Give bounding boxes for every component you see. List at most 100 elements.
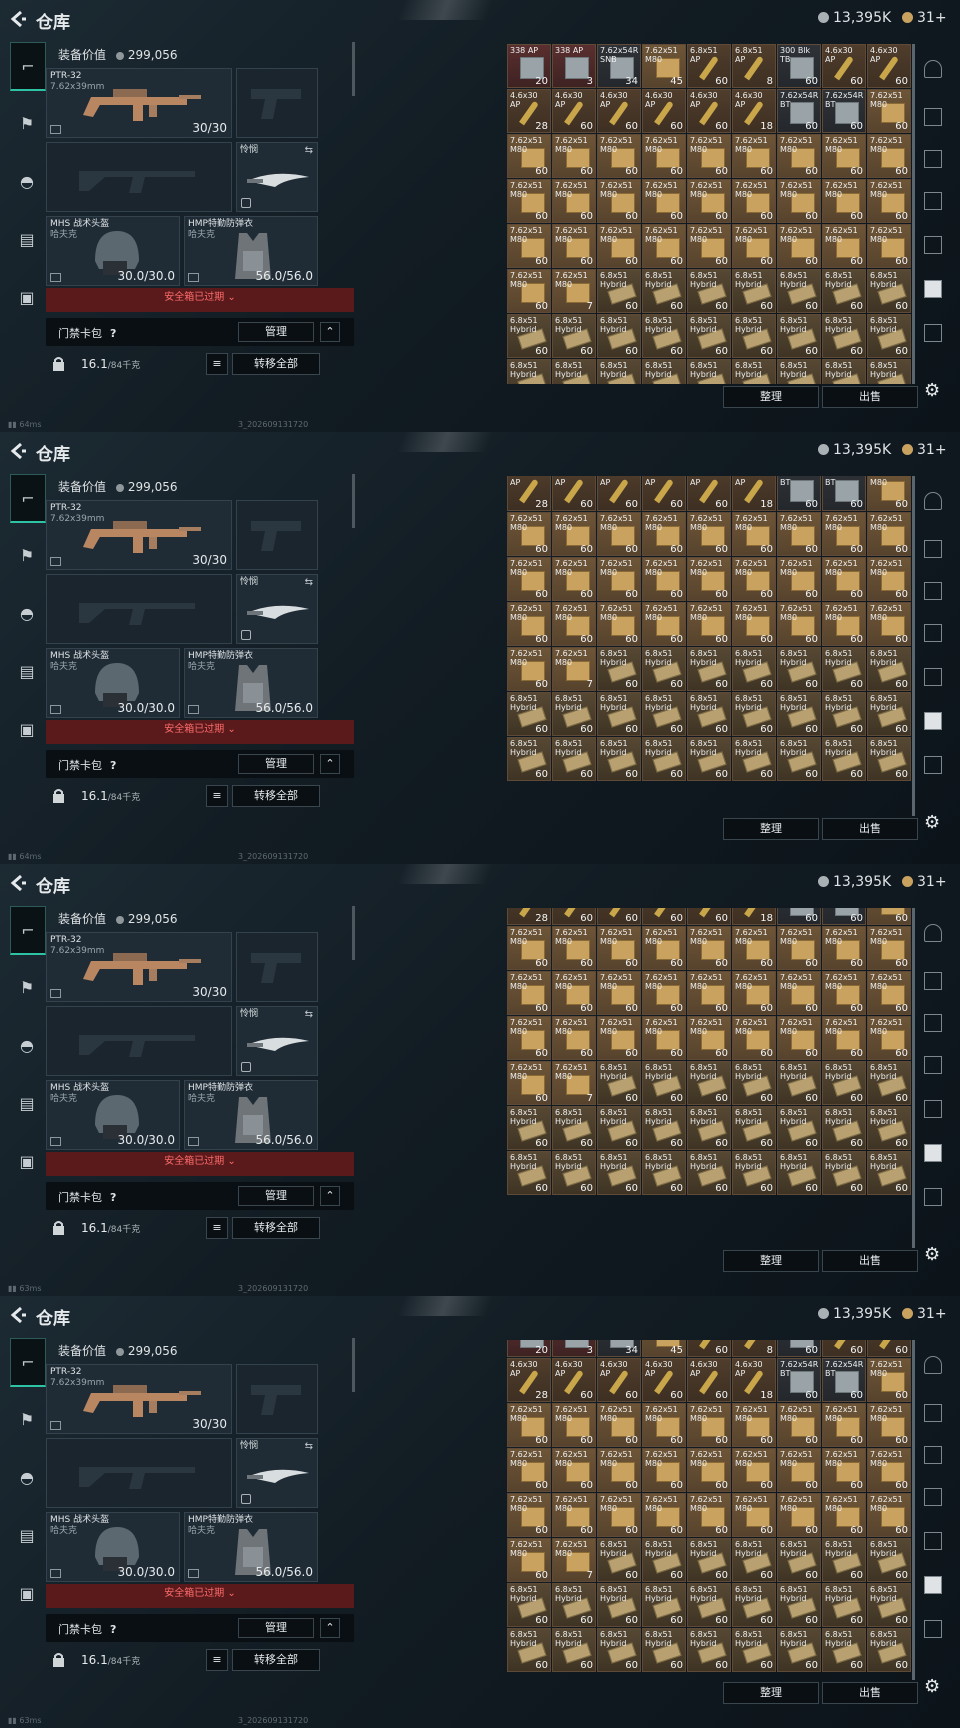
stash-item[interactable]: 6.8x51 Hybrid60	[597, 692, 641, 736]
stash-item[interactable]: 7.62x51 M80 60	[597, 557, 641, 601]
stash-item[interactable]: 7.62x51 M80 60	[777, 971, 821, 1015]
category-selected-icon[interactable]	[924, 1576, 942, 1594]
stash-item[interactable]: 7.62x51 M80 60	[867, 1448, 911, 1492]
stash-item[interactable]: 7.62x51 M80 60	[822, 557, 866, 601]
stash-item[interactable]: 7.62x51 M80 60	[732, 224, 776, 268]
tab-armor[interactable]: ⚑	[10, 100, 44, 146]
stash-item[interactable]: 7.62x54R SNB34	[597, 1340, 641, 1357]
stash-item[interactable]: 7.62x51 M80 60	[777, 1016, 821, 1060]
tab-backpack[interactable]: ▣	[10, 274, 44, 320]
stash-item[interactable]: 7.62x51 M80 60	[597, 1493, 641, 1537]
stash-item[interactable]: 300 Blk TB 60	[777, 44, 821, 88]
stash-item[interactable]: 7.62x51 M80 60	[507, 269, 551, 313]
sort-button[interactable]: 整理	[723, 818, 819, 840]
tab-backpack[interactable]: ▣	[10, 1570, 44, 1616]
stash-item[interactable]: 6.8x51 Hybrid60	[642, 1061, 686, 1105]
sort-button[interactable]: 整理	[723, 1250, 819, 1272]
stash-item[interactable]: 7.62x54R BT 60	[822, 476, 866, 511]
help-icon[interactable]: ?	[110, 1191, 116, 1204]
stash-item[interactable]: 6.8x51 Hybrid60	[777, 647, 821, 691]
stash-item[interactable]: 7.62x51 M80 60	[732, 971, 776, 1015]
stash-item[interactable]: 6.8x51 Hybrid60	[822, 737, 866, 781]
stash-item[interactable]: 6.8x51 Hybrid60	[507, 314, 551, 358]
armor-slot[interactable]: HMP特勤防弹衣 哈夫克 56.0/56.0	[184, 648, 318, 718]
stash-item[interactable]: 7.62x51 M80 60	[687, 926, 731, 970]
category-weapons-icon[interactable]	[924, 150, 942, 168]
stash-item[interactable]: 7.62x51 M80 60	[777, 557, 821, 601]
help-icon[interactable]: ?	[110, 1623, 116, 1636]
swap-icon[interactable]: ⇆	[305, 1009, 313, 1020]
loadout-scrollbar[interactable]	[352, 42, 355, 96]
transfer-all-button[interactable]: 转移全部	[232, 1649, 320, 1671]
category-selected-icon[interactable]	[924, 1144, 942, 1162]
sell-button[interactable]: 出售	[822, 386, 918, 408]
stash-item[interactable]: 7.62x51 M80 60	[552, 971, 596, 1015]
stash-item[interactable]: 7.62x51 M80 60	[552, 179, 596, 223]
tab-helmet[interactable]: ◓	[10, 590, 44, 636]
stash-item[interactable]: 7.62x51 M80 7	[552, 269, 596, 313]
stash-item[interactable]: 7.62x51 M80 60	[822, 926, 866, 970]
stash-item[interactable]: 7.62x51 M80 60	[867, 476, 911, 511]
stash-item[interactable]: 7.62x51 M80 60	[687, 1403, 731, 1447]
stash-item[interactable]: 338 AP 20	[507, 44, 551, 88]
stash-item[interactable]: 4.6x30 AP60	[597, 908, 641, 925]
stash-item[interactable]: 7.62x51 M80 60	[822, 602, 866, 646]
list-button[interactable]: ≡	[206, 785, 228, 807]
stash-item[interactable]: 6.8x51 Hybrid60	[732, 737, 776, 781]
stash-item[interactable]: 7.62x51 M80 60	[642, 1448, 686, 1492]
stash-item[interactable]: 7.62x51 M80 60	[642, 1016, 686, 1060]
stash-item[interactable]: 7.62x51 M80 60	[597, 1016, 641, 1060]
collapse-button[interactable]: ⌃	[320, 1186, 340, 1206]
stash-item[interactable]: 4.6x30 AP60	[687, 908, 731, 925]
help-icon[interactable]: ?	[110, 327, 116, 340]
stash-item[interactable]: 6.8x51 Hybrid60	[822, 1106, 866, 1150]
stash-item[interactable]: 7.62x51 M80 60	[642, 971, 686, 1015]
stash-item[interactable]: 7.62x51 M80 60	[777, 1403, 821, 1447]
stash-item[interactable]: 4.6x30 AP60	[687, 89, 731, 133]
stash-item[interactable]: 7.62x51 M80 60	[507, 134, 551, 178]
stash-item[interactable]: 6.8x51 Hybrid60	[867, 269, 911, 313]
helmet-slot[interactable]: MHS 战术头盔 哈夫克 30.0/30.0	[46, 216, 180, 286]
stash-item[interactable]: 7.62x51 M80 60	[642, 512, 686, 556]
settings-gear-icon[interactable]: ⚙	[924, 1244, 940, 1265]
collapse-button[interactable]: ⌃	[320, 1618, 340, 1638]
gold-currency[interactable]: 31+	[902, 1306, 947, 1322]
stash-item[interactable]: 6.8x51 Hybrid60	[867, 1151, 911, 1195]
help-icon[interactable]: ?	[110, 759, 116, 772]
stash-item[interactable]: 6.8x51 Hybrid60	[642, 1538, 686, 1582]
stash-item[interactable]: 6.8x51 Hybrid60	[552, 1628, 596, 1672]
stash-item[interactable]: 6.8x51 Hybrid60	[867, 692, 911, 736]
loadout-scrollbar[interactable]	[352, 474, 355, 528]
back-arrow-icon[interactable]	[8, 9, 28, 29]
stash-item[interactable]: 4.6x30 AP60	[552, 1358, 596, 1402]
stash-item[interactable]: 7.62x51 M80 60	[552, 926, 596, 970]
loadout-scrollbar[interactable]	[352, 906, 355, 960]
category-keys-icon[interactable]	[924, 1188, 942, 1206]
stash-item[interactable]: 7.62x51 M80 60	[867, 1403, 911, 1447]
stash-item[interactable]: 7.62x51 M80 60	[822, 1016, 866, 1060]
category-ammo-icon[interactable]	[924, 108, 942, 126]
collapse-button[interactable]: ⌃	[320, 754, 340, 774]
tab-helmet[interactable]: ◓	[10, 1022, 44, 1068]
stash-item[interactable]: 4.6x30 AP60	[687, 1358, 731, 1402]
sort-button[interactable]: 整理	[723, 1682, 819, 1704]
stash-scrollbar[interactable]	[912, 476, 915, 816]
manage-button[interactable]: 管理	[238, 1186, 314, 1206]
stash-item[interactable]: 7.62x51 M80 60	[552, 557, 596, 601]
stash-item[interactable]: 7.62x51 M80 60	[687, 1448, 731, 1492]
stash-item[interactable]: 6.8x51 Hybrid60	[597, 359, 641, 384]
shop-icon[interactable]	[924, 1356, 942, 1374]
pistol-slot-empty[interactable]	[236, 500, 318, 570]
category-keys-icon[interactable]	[924, 756, 942, 774]
stash-item[interactable]: 7.62x51 M80 60	[732, 557, 776, 601]
stash-item[interactable]: 7.62x51 M80 60	[642, 179, 686, 223]
stash-item[interactable]: 7.62x51 M80 60	[867, 89, 911, 133]
loadout-scrollbar[interactable]	[352, 1338, 355, 1392]
stash-item[interactable]: 7.62x51 M80 60	[687, 971, 731, 1015]
stash-item[interactable]: 7.62x51 M80 60	[507, 647, 551, 691]
sell-button[interactable]: 出售	[822, 1682, 918, 1704]
stash-item[interactable]: 4.6x30 AP 18	[732, 476, 776, 511]
stash-item[interactable]: 7.62x51 M80 60	[822, 1493, 866, 1537]
stash-item[interactable]: 6.8x51 Hybrid60	[552, 737, 596, 781]
transfer-all-button[interactable]: 转移全部	[232, 1217, 320, 1239]
